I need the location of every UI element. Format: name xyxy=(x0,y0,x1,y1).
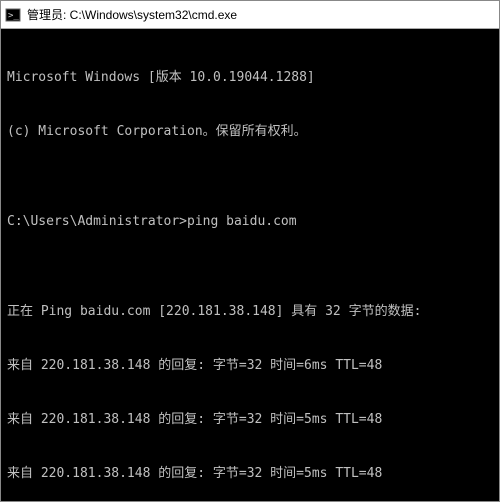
svg-text:>_: >_ xyxy=(8,11,19,21)
terminal-line: (c) Microsoft Corporation。保留所有权利。 xyxy=(7,123,493,141)
cmd-icon: >_ xyxy=(5,7,21,23)
terminal-line: 来自 220.181.38.148 的回复: 字节=32 时间=5ms TTL=… xyxy=(7,465,493,483)
terminal-line: 正在 Ping baidu.com [220.181.38.148] 具有 32… xyxy=(7,303,493,321)
terminal-line: 来自 220.181.38.148 的回复: 字节=32 时间=6ms TTL=… xyxy=(7,357,493,375)
terminal-line: Microsoft Windows [版本 10.0.19044.1288] xyxy=(7,69,493,87)
terminal-output[interactable]: Microsoft Windows [版本 10.0.19044.1288] (… xyxy=(1,29,499,501)
terminal-line: C:\Users\Administrator>ping baidu.com xyxy=(7,213,493,231)
window-title: 管理员: C:\Windows\system32\cmd.exe xyxy=(27,6,495,23)
titlebar[interactable]: >_ 管理员: C:\Windows\system32\cmd.exe xyxy=(1,1,499,29)
cmd-window: >_ 管理员: C:\Windows\system32\cmd.exe Micr… xyxy=(0,0,500,502)
terminal-line: 来自 220.181.38.148 的回复: 字节=32 时间=5ms TTL=… xyxy=(7,411,493,429)
